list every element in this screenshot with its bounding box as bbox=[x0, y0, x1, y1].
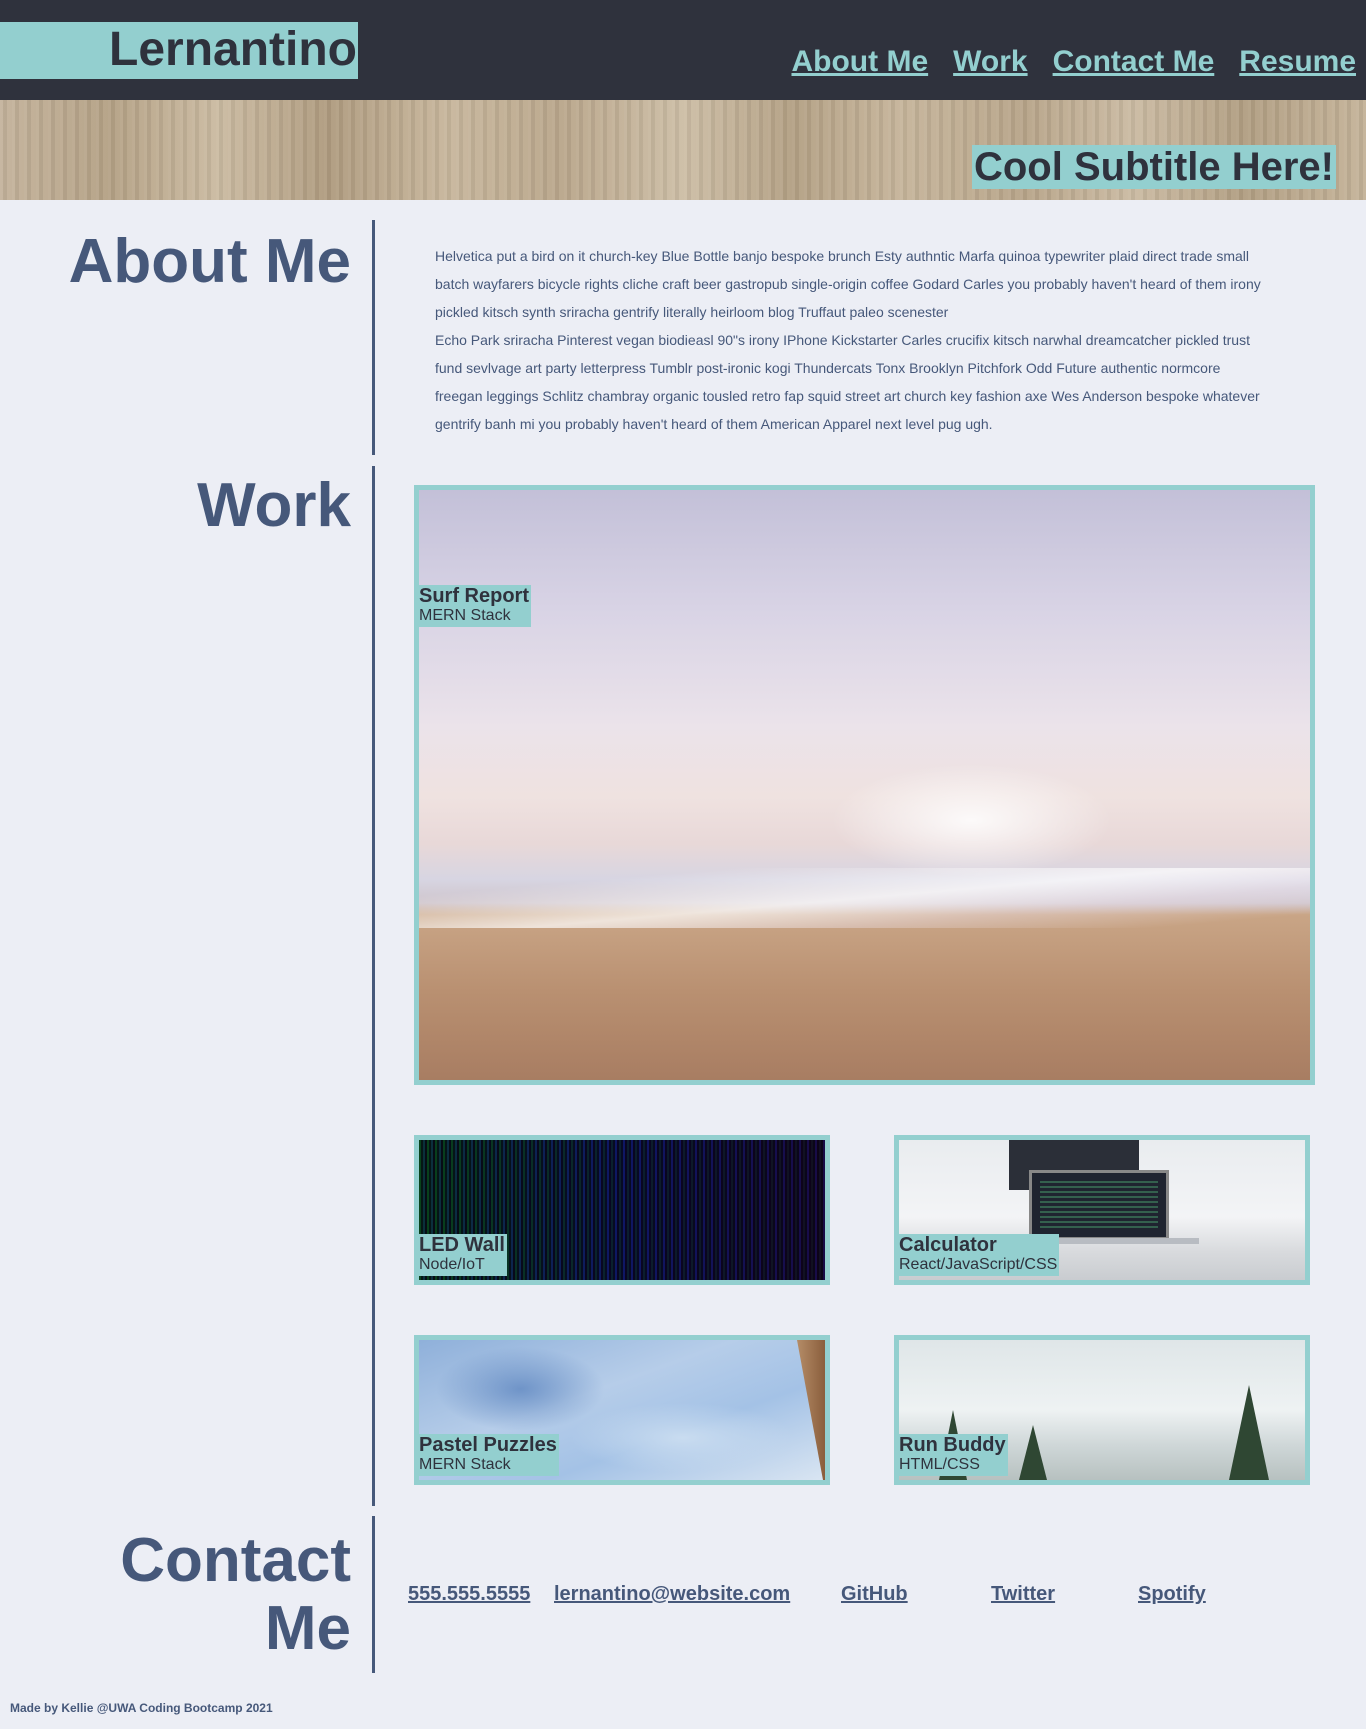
tree-shape bbox=[1229, 1385, 1269, 1480]
project-title[interactable]: LED Wall bbox=[419, 1234, 505, 1256]
hero-subtitle: Cool Subtitle Here! bbox=[971, 145, 1336, 189]
project-label: Surf Report MERN Stack bbox=[419, 585, 531, 627]
nav-link-contact-me[interactable]: Contact Me bbox=[1053, 42, 1215, 82]
project-card-surf-report[interactable]: Surf Report MERN Stack bbox=[414, 485, 1315, 1085]
brand-block: Lernantino bbox=[0, 22, 358, 79]
contact-heading-line-2: Me bbox=[264, 1594, 351, 1663]
contact-email-link[interactable]: lernantino@website.com bbox=[554, 1580, 790, 1608]
project-title[interactable]: Pastel Puzzles bbox=[419, 1434, 557, 1456]
laptop-shape bbox=[1029, 1170, 1169, 1240]
project-title[interactable]: Run Buddy bbox=[899, 1434, 1006, 1456]
nav-link-work[interactable]: Work bbox=[953, 42, 1027, 82]
work-heading: Work bbox=[197, 471, 351, 540]
contact-divider bbox=[372, 1516, 375, 1673]
project-card-calculator[interactable]: Calculator React/JavaScript/CSS bbox=[894, 1135, 1310, 1285]
project-label: Pastel Puzzles MERN Stack bbox=[419, 1434, 559, 1476]
contact-github-link[interactable]: GitHub bbox=[841, 1580, 908, 1608]
site-header: Lernantino About Me Work Contact Me Resu… bbox=[0, 0, 1366, 100]
project-tech: MERN Stack bbox=[419, 607, 511, 624]
project-label: LED Wall Node/IoT bbox=[419, 1234, 507, 1276]
tree-shape bbox=[1019, 1425, 1047, 1480]
contact-heading: Contact Me bbox=[120, 1527, 351, 1663]
project-tech: React/JavaScript/CSS bbox=[899, 1256, 1058, 1273]
about-divider bbox=[372, 220, 375, 455]
nav-link-about-me[interactable]: About Me bbox=[791, 42, 928, 82]
site-title[interactable]: Lernantino bbox=[109, 22, 357, 77]
main-nav: About Me Work Contact Me Resume bbox=[791, 42, 1356, 82]
project-label: Run Buddy HTML/CSS bbox=[899, 1434, 1008, 1476]
about-text: Helvetica put a bird on it church-key Bl… bbox=[435, 242, 1265, 438]
contact-phone-link[interactable]: 555.555.5555 bbox=[408, 1580, 530, 1608]
project-tech: HTML/CSS bbox=[899, 1456, 980, 1473]
contact-spotify-link[interactable]: Spotify bbox=[1138, 1580, 1206, 1608]
about-paragraph-1: Helvetica put a bird on it church-key Bl… bbox=[435, 248, 1261, 320]
nav-link-resume[interactable]: Resume bbox=[1239, 42, 1356, 82]
project-card-run-buddy[interactable]: Run Buddy HTML/CSS bbox=[894, 1335, 1310, 1485]
about-heading: About Me bbox=[68, 227, 351, 296]
hero-banner: Cool Subtitle Here! bbox=[0, 100, 1366, 200]
project-title[interactable]: Calculator bbox=[899, 1234, 1057, 1256]
project-tech: Node/IoT bbox=[419, 1256, 485, 1273]
project-card-led-wall[interactable]: LED Wall Node/IoT bbox=[414, 1135, 830, 1285]
about-paragraph-2: Echo Park sriracha Pinterest vegan biodi… bbox=[435, 332, 1260, 432]
beach-image bbox=[419, 490, 1310, 1080]
project-label: Calculator React/JavaScript/CSS bbox=[899, 1234, 1060, 1276]
project-card-pastel-puzzles[interactable]: Pastel Puzzles MERN Stack bbox=[414, 1335, 830, 1485]
contact-heading-line-1: Contact bbox=[120, 1526, 351, 1595]
project-tech: MERN Stack bbox=[419, 1456, 511, 1473]
work-divider bbox=[372, 466, 375, 1506]
project-title[interactable]: Surf Report bbox=[419, 585, 529, 607]
site-footer: Made by Kellie @UWA Coding Bootcamp 2021 bbox=[10, 1701, 273, 1715]
contact-twitter-link[interactable]: Twitter bbox=[991, 1580, 1055, 1608]
